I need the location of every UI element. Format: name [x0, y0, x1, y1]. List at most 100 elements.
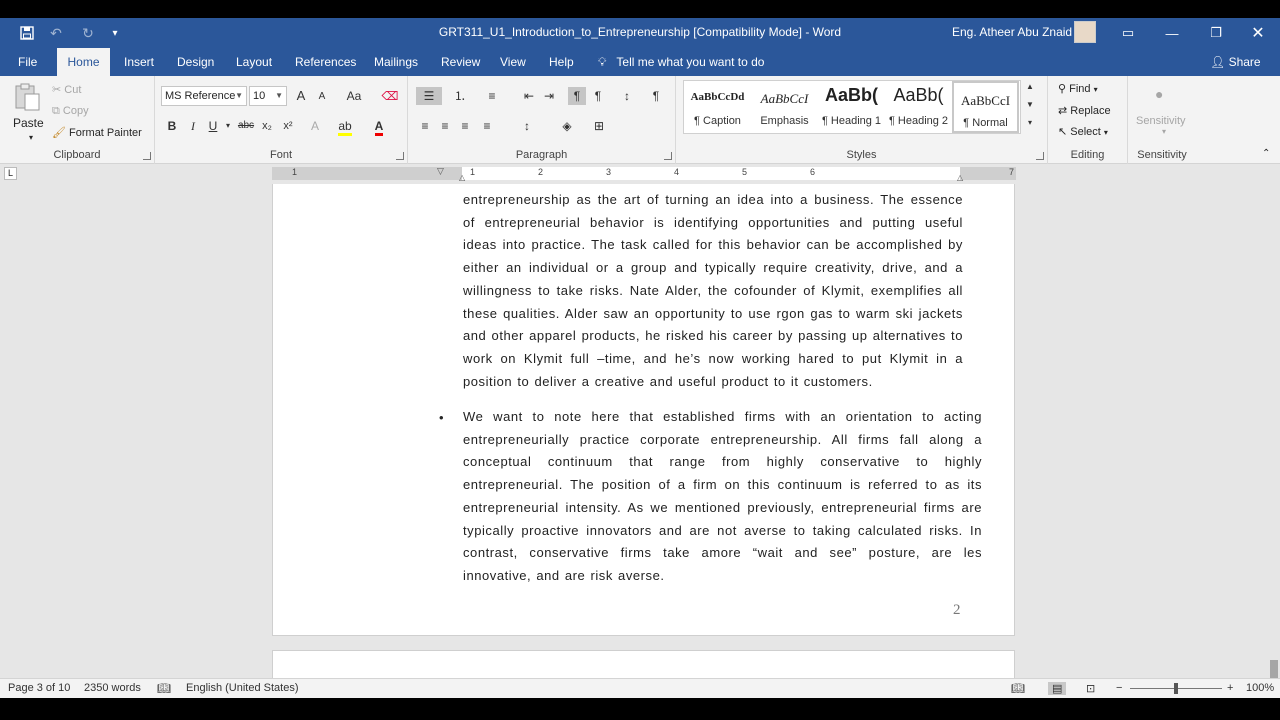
strikethrough-button[interactable]: abc — [235, 117, 257, 135]
text-effects-icon[interactable]: A — [306, 117, 324, 135]
shrink-font-icon[interactable]: A — [313, 88, 331, 106]
word-count[interactable]: 2350 words — [84, 682, 141, 694]
minimize-icon[interactable]: — — [1150, 18, 1194, 48]
tab-references[interactable]: References — [287, 48, 364, 76]
horizontal-ruler[interactable]: 1 1 2 3 4 5 6 7 ▽ △ △ — [272, 166, 1016, 182]
web-layout-icon[interactable]: ⊡ — [1086, 682, 1095, 695]
gallery-more-icon[interactable]: ▾ — [1021, 114, 1039, 132]
read-mode-icon[interactable]: 📖︎ — [1011, 682, 1025, 695]
tab-selector-icon[interactable]: L — [4, 167, 17, 180]
language-indicator[interactable]: English (United States) — [186, 682, 299, 694]
font-color-icon[interactable]: A — [370, 117, 388, 136]
style-emphasis[interactable]: AaBbCcI Emphasis — [751, 81, 818, 133]
sensitivity-button[interactable]: Sensitivity — [1136, 115, 1186, 127]
zoom-in-icon[interactable]: + — [1227, 682, 1233, 694]
tab-design[interactable]: Design — [169, 48, 222, 76]
justify-icon[interactable]: ≡ — [478, 117, 496, 135]
style-normal[interactable]: AaBbCcI ¶ Normal — [952, 81, 1019, 133]
align-right-icon[interactable]: ≡ — [456, 117, 474, 135]
collapse-ribbon-icon[interactable]: ⌃ — [1262, 148, 1270, 159]
change-case-icon[interactable]: Aa — [341, 87, 367, 105]
right-indent-marker[interactable]: △ — [957, 173, 963, 182]
restore-icon[interactable]: ❐ — [1194, 18, 1238, 48]
font-name-combo[interactable]: MS Reference ▼ — [161, 86, 247, 106]
format-painter-button[interactable]: 🖌︎ Format Painter — [52, 126, 142, 139]
style-preview: AaBbCcI — [760, 91, 809, 106]
print-layout-icon[interactable]: ▤ — [1048, 682, 1067, 695]
rtl-icon[interactable]: ¶ — [589, 87, 607, 105]
ribbon-display-icon[interactable]: ▭ — [1106, 18, 1150, 48]
avatar[interactable] — [1074, 21, 1096, 43]
tab-review[interactable]: Review — [433, 48, 488, 76]
paste-label[interactable]: Paste — [13, 116, 44, 130]
style-heading-1[interactable]: AaBb( ¶ Heading 1 — [818, 81, 885, 133]
subscript-button[interactable]: x₂ — [258, 117, 276, 135]
align-left-icon[interactable]: ≡ — [416, 117, 434, 135]
superscript-button[interactable]: x² — [279, 117, 297, 135]
styles-group: AaBbCcDd ¶ Caption AaBbCcI Emphasis AaBb… — [676, 76, 1048, 164]
paragraph-launcher-icon[interactable] — [664, 152, 672, 160]
font-launcher-icon[interactable] — [396, 152, 404, 160]
italic-button[interactable]: I — [184, 117, 202, 135]
numbering-icon[interactable]: ⒈ — [448, 87, 472, 105]
body-paragraph[interactable]: entrepreneurship as the art of turning a… — [463, 189, 963, 393]
paste-dropdown-icon[interactable]: ▾ — [29, 133, 33, 142]
tab-insert[interactable]: Insert — [116, 48, 162, 76]
copy-button[interactable]: ⧉ Copy — [52, 105, 89, 118]
tab-layout[interactable]: Layout — [228, 48, 280, 76]
font-size-value: 10 — [253, 90, 266, 102]
font-size-combo[interactable]: 10 ▼ — [249, 86, 287, 106]
vertical-scrollbar-thumb[interactable] — [1270, 660, 1278, 678]
clear-formatting-icon[interactable]: ⌫ — [381, 87, 399, 105]
zoom-slider-thumb[interactable] — [1174, 683, 1178, 694]
tab-view[interactable]: View — [492, 48, 534, 76]
line-spacing-icon[interactable]: ↕ — [518, 117, 536, 135]
replace-button[interactable]: ⇄ Replace — [1058, 104, 1111, 117]
increase-indent-icon[interactable]: ⇥ — [540, 87, 558, 105]
align-center-icon[interactable]: ≡ — [436, 117, 454, 135]
proofing-icon[interactable]: 📖︎ — [157, 682, 171, 695]
decrease-indent-icon[interactable]: ⇤ — [520, 87, 538, 105]
select-label: Select — [1070, 126, 1101, 138]
sort-icon[interactable]: ↕ — [618, 87, 636, 105]
document-page[interactable]: entrepreneurship as the art of turning a… — [272, 184, 1015, 636]
close-icon[interactable]: ✕ — [1236, 18, 1280, 48]
tab-file[interactable]: File — [10, 48, 45, 76]
grow-font-icon[interactable]: A — [292, 87, 310, 105]
borders-icon[interactable]: ⊞ — [590, 117, 608, 135]
first-line-indent-marker[interactable]: ▽ — [437, 166, 444, 177]
user-name[interactable]: Eng. Atheer Abu Znaid — [952, 25, 1072, 39]
page-indicator[interactable]: Page 3 of 10 — [8, 682, 70, 694]
search-icon: ⚲ — [1058, 83, 1067, 95]
tab-mailings[interactable]: Mailings — [366, 48, 426, 76]
chevron-down-icon[interactable]: ▾ — [1162, 127, 1166, 136]
zoom-level[interactable]: 100% — [1246, 682, 1274, 694]
editing-group: ⚲ Find ▾ ⇄ Replace ↖ Select ▾ Editing — [1048, 76, 1128, 164]
show-formatting-icon[interactable]: ¶ — [647, 87, 665, 105]
bold-button[interactable]: B — [163, 117, 181, 135]
tab-home[interactable]: Home — [57, 48, 110, 76]
next-page[interactable] — [272, 650, 1015, 678]
tell-me-search[interactable]: 💡︎ Tell me what you want to do — [598, 48, 764, 76]
highlight-icon[interactable]: ab — [336, 117, 354, 136]
styles-launcher-icon[interactable] — [1036, 152, 1044, 160]
clipboard-group: Paste ▾ ✂ Cut ⧉ Copy 🖌︎ Format Painter C… — [0, 76, 155, 164]
style-heading-2[interactable]: AaBb( ¶ Heading 2 — [885, 81, 952, 133]
select-button[interactable]: ↖ Select ▾ — [1058, 125, 1108, 138]
style-caption[interactable]: AaBbCcDd ¶ Caption — [684, 81, 751, 133]
clipboard-launcher-icon[interactable] — [143, 152, 151, 160]
find-button[interactable]: ⚲ Find ▾ — [1058, 82, 1098, 95]
shading-icon[interactable]: ◈ — [558, 117, 576, 135]
bulleted-paragraph[interactable]: We want to note here that established fi… — [463, 406, 982, 588]
hanging-indent-marker[interactable]: △ — [459, 173, 465, 182]
bullets-icon[interactable]: ☰ — [416, 87, 442, 105]
multilevel-list-icon[interactable]: ≡ — [480, 87, 504, 105]
tab-help[interactable]: Help — [541, 48, 582, 76]
ltr-icon[interactable]: ¶ — [568, 87, 586, 105]
gallery-down-icon[interactable]: ▼ — [1021, 96, 1039, 114]
styles-gallery: AaBbCcDd ¶ Caption AaBbCcI Emphasis AaBb… — [683, 80, 1021, 134]
zoom-out-icon[interactable]: − — [1116, 682, 1122, 694]
cut-button[interactable]: ✂ Cut — [52, 83, 81, 96]
gallery-up-icon[interactable]: ▲ — [1021, 78, 1039, 96]
share-button[interactable]: 👤︎ Share — [1210, 48, 1261, 76]
